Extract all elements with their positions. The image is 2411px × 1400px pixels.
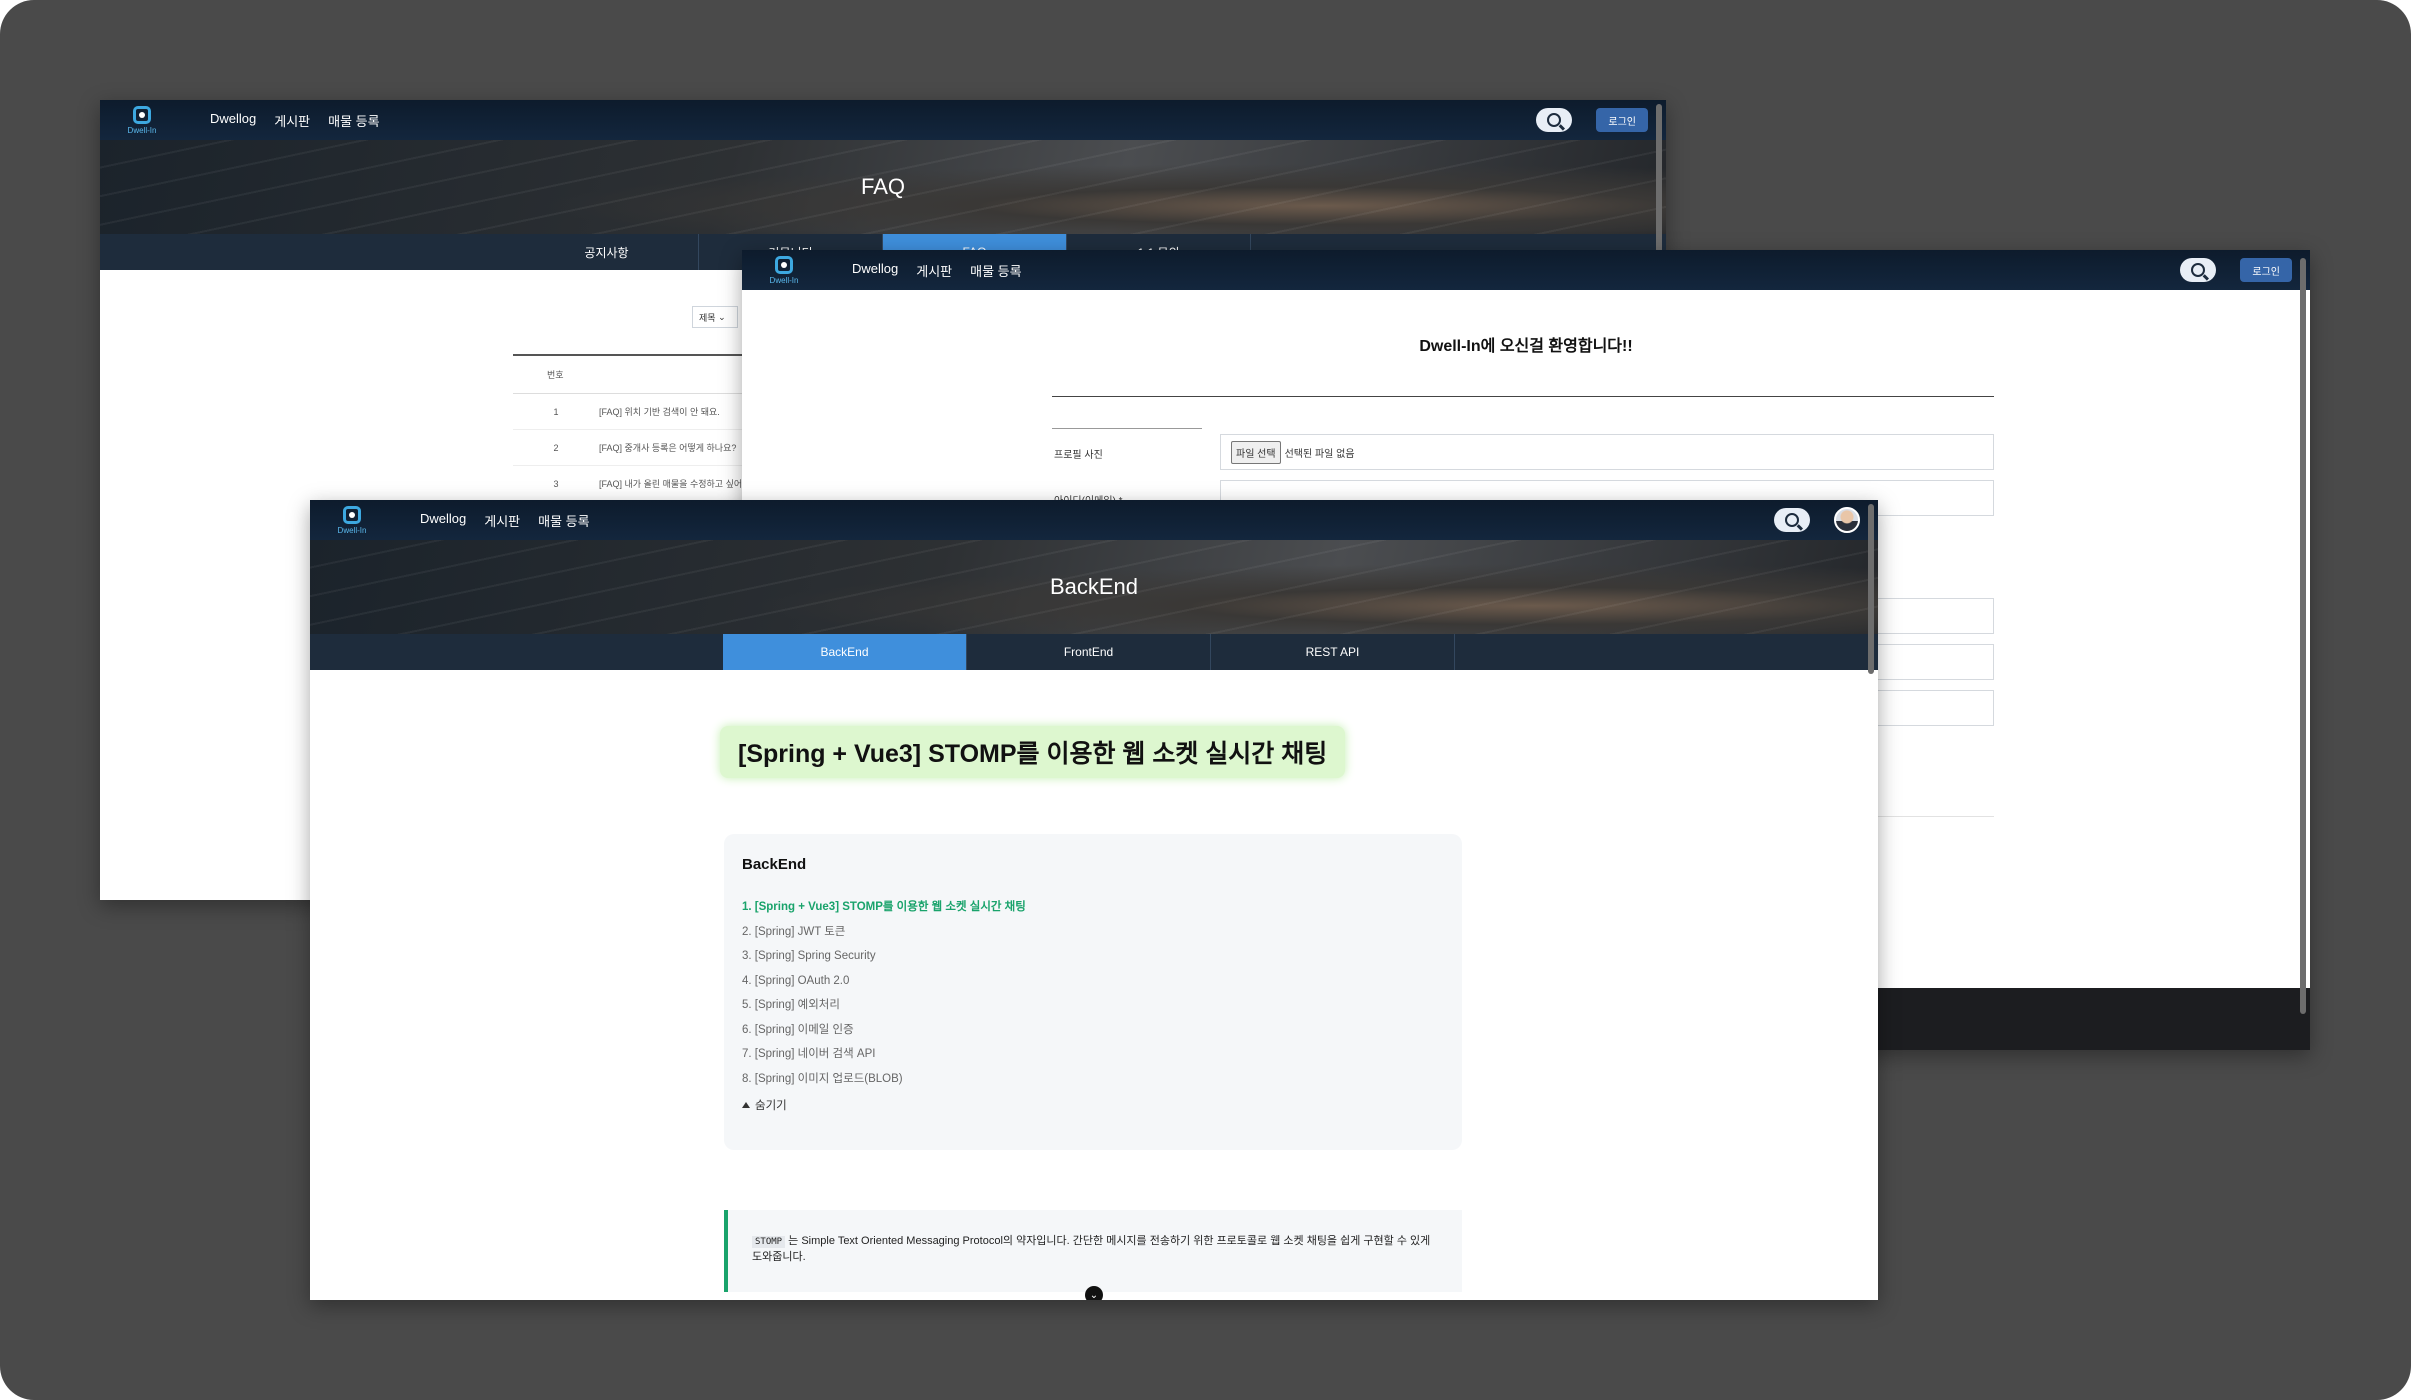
welcome-heading: Dwell-In에 오신걸 환영합니다!! bbox=[1419, 338, 1633, 355]
tab-rest-api[interactable]: REST API bbox=[1211, 634, 1455, 670]
logo-icon bbox=[775, 255, 793, 274]
logo-text: Dwell-In bbox=[769, 275, 799, 285]
top-nav: Dwell-In Dwellog 게시판 매물 등록 로그인 bbox=[100, 100, 1666, 140]
scrollbar[interactable] bbox=[2300, 258, 2306, 1014]
intro-quote: STOMP 는 Simple Text Oriented Messaging P… bbox=[724, 1210, 1462, 1292]
series-item[interactable]: 8. [Spring] 이미지 업로드(BLOB) bbox=[742, 1067, 1444, 1092]
search-button[interactable] bbox=[2180, 258, 2217, 282]
menu-register-listing[interactable]: 매물 등록 bbox=[538, 511, 589, 530]
divider bbox=[1052, 428, 1202, 429]
series-item[interactable]: 5. [Spring] 예외처리 bbox=[742, 993, 1444, 1018]
search-icon bbox=[1547, 113, 1562, 127]
series-box: BackEnd 1. [Spring + Vue3] STOMP를 이용한 웹 … bbox=[724, 834, 1462, 1150]
search-button[interactable] bbox=[1774, 508, 1810, 532]
logo-icon bbox=[133, 105, 151, 124]
menu-board[interactable]: 게시판 bbox=[916, 261, 952, 280]
search-button[interactable] bbox=[1536, 108, 1573, 132]
tab-frontend[interactable]: FrontEnd bbox=[967, 634, 1211, 670]
scroll-down-icon[interactable]: ⌄ bbox=[1085, 1286, 1103, 1300]
series-item[interactable]: 6. [Spring] 이메일 인증 bbox=[742, 1018, 1444, 1043]
article-window: Dwell-In Dwellog 게시판 매물 등록 BackEnd BackE… bbox=[310, 500, 1878, 1300]
hero-banner: FAQ bbox=[100, 140, 1666, 234]
quote-text: 는 Simple Text Oriented Messaging Protoco… bbox=[752, 1235, 1431, 1263]
series-list: 1. [Spring + Vue3] STOMP를 이용한 웹 소켓 실시간 채… bbox=[742, 895, 1444, 1091]
menu-dwellog[interactable]: Dwellog bbox=[420, 511, 466, 530]
series-item-current[interactable]: 1. [Spring + Vue3] STOMP를 이용한 웹 소켓 실시간 채… bbox=[742, 895, 1444, 920]
screenshot-backdrop: Dwell-In Dwellog 게시판 매물 등록 로그인 FAQ 공지사항 … bbox=[0, 0, 2411, 1400]
logo-text: Dwell-In bbox=[127, 125, 157, 135]
main-menu: Dwellog 게시판 매물 등록 bbox=[420, 511, 590, 530]
tab-notice[interactable]: 공지사항 bbox=[515, 234, 699, 270]
tab-backend[interactable]: BackEnd bbox=[723, 634, 967, 670]
series-item[interactable]: 7. [Spring] 네이버 검색 API bbox=[742, 1042, 1444, 1067]
post-title: [Spring + Vue3] STOMP를 이용한 웹 소켓 실시간 채팅 bbox=[720, 726, 1346, 778]
menu-register-listing[interactable]: 매물 등록 bbox=[328, 111, 379, 130]
top-nav: Dwell-In Dwellog 게시판 매물 등록 bbox=[310, 500, 1878, 540]
hide-series-button[interactable]: 숨기기 bbox=[742, 1097, 1444, 1113]
top-nav: Dwell-In Dwellog 게시판 매물 등록 로그인 bbox=[742, 250, 2310, 290]
logo[interactable]: Dwell-In bbox=[124, 104, 160, 136]
file-status: 선택된 파일 없음 bbox=[1284, 448, 1355, 460]
divider bbox=[1052, 396, 1994, 397]
logo[interactable]: Dwell-In bbox=[334, 504, 370, 536]
profile-photo-label: 프로필 사진 bbox=[1054, 450, 1103, 461]
hero-banner: BackEnd bbox=[310, 540, 1878, 634]
main-menu: Dwellog 게시판 매물 등록 bbox=[210, 111, 380, 130]
scrollbar[interactable] bbox=[1868, 504, 1874, 674]
search-type-select[interactable]: 제목 ⌄ bbox=[692, 306, 738, 328]
logo[interactable]: Dwell-In bbox=[766, 254, 802, 286]
logo-text: Dwell-In bbox=[337, 525, 367, 535]
series-item[interactable]: 3. [Spring] Spring Security bbox=[742, 944, 1444, 969]
menu-dwellog[interactable]: Dwellog bbox=[210, 111, 256, 130]
menu-board[interactable]: 게시판 bbox=[274, 111, 310, 130]
hide-label: 숨기기 bbox=[755, 1100, 787, 1112]
profile-photo-field[interactable]: 파일 선택 선택된 파일 없음 bbox=[1220, 434, 1994, 470]
series-heading: BackEnd bbox=[742, 856, 807, 873]
series-item[interactable]: 2. [Spring] JWT 토큰 bbox=[742, 920, 1444, 945]
main-menu: Dwellog 게시판 매물 등록 bbox=[852, 261, 1022, 280]
hero-title: FAQ bbox=[860, 174, 905, 199]
search-icon bbox=[1785, 513, 1799, 527]
menu-dwellog[interactable]: Dwellog bbox=[852, 261, 898, 280]
caret-up-icon bbox=[742, 1102, 750, 1108]
hero-title: BackEnd bbox=[1049, 574, 1139, 599]
search-icon bbox=[2191, 263, 2206, 277]
login-button[interactable]: 로그인 bbox=[2240, 258, 2292, 282]
menu-board[interactable]: 게시판 bbox=[484, 511, 520, 530]
inline-code: STOMP bbox=[752, 1236, 786, 1248]
user-avatar[interactable] bbox=[1834, 507, 1860, 533]
login-button[interactable]: 로그인 bbox=[1596, 108, 1648, 132]
logo-icon bbox=[343, 505, 361, 524]
category-tabs: BackEnd FrontEnd REST API bbox=[310, 634, 1878, 670]
menu-register-listing[interactable]: 매물 등록 bbox=[970, 261, 1021, 280]
file-select-button[interactable]: 파일 선택 bbox=[1231, 440, 1281, 464]
series-item[interactable]: 4. [Spring] OAuth 2.0 bbox=[742, 969, 1444, 994]
